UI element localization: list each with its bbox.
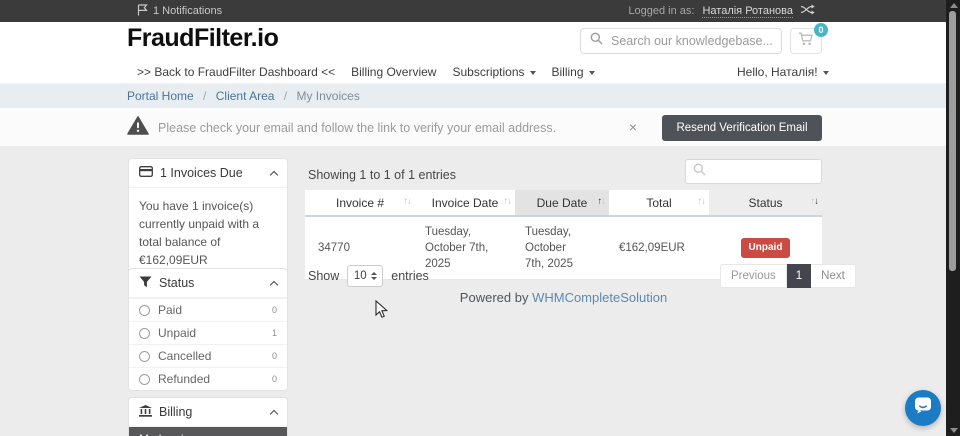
logged-in-user-link[interactable]: Наталія Ротанова [702, 5, 793, 18]
nav-billing-overview[interactable]: Billing Overview [351, 65, 436, 79]
filter-count: 1 [272, 328, 277, 338]
pagination-next-button[interactable]: Next [811, 264, 856, 288]
status-badge: Unpaid [741, 238, 791, 258]
sort-icon: ↑↓ [404, 196, 412, 207]
cart-count-badge: 0 [814, 23, 828, 37]
entries-label: entries [391, 269, 429, 283]
chevron-down-icon [530, 71, 536, 75]
column-header-due-date[interactable]: Due Date ↑↓ [515, 190, 609, 216]
select-arrows-icon [371, 272, 377, 280]
filter-item-refunded[interactable]: Refunded 0 [129, 367, 287, 390]
email-verification-alert: Please check your email and follow the l… [0, 108, 946, 147]
search-icon [693, 163, 706, 181]
billing-panel: Billing My Invoices [128, 397, 288, 436]
scroll-down-arrow[interactable] [950, 428, 958, 433]
close-icon[interactable]: × [629, 108, 637, 147]
invoices-due-panel: 1 Invoices Due You have 1 invoice(s) cur… [128, 158, 288, 282]
radio-icon[interactable] [139, 328, 150, 339]
column-header-status[interactable]: Status ↑↓ [709, 190, 822, 216]
filter-item-cancelled[interactable]: Cancelled 0 [129, 344, 287, 367]
cart-icon [798, 32, 814, 51]
breadcrumb-separator: / [203, 89, 206, 103]
sort-icon: ↑↓ [698, 196, 706, 207]
filter-count: 0 [272, 305, 277, 315]
alert-message: Please check your email and follow the l… [158, 121, 556, 135]
show-label: Show [308, 269, 339, 283]
page-size-select[interactable]: 10 [347, 265, 383, 287]
breadcrumb-portal-home[interactable]: Portal Home [127, 89, 194, 103]
chat-bubble-icon [913, 396, 933, 420]
breadcrumb: Portal Home / Client Area / My Invoices [127, 84, 360, 108]
scroll-up-arrow[interactable] [950, 3, 958, 8]
cell-total: €162,09EUR [609, 216, 709, 280]
breadcrumb-bar: Portal Home / Client Area / My Invoices [0, 84, 946, 108]
switch-user-icon[interactable] [801, 4, 815, 18]
chevron-up-icon [270, 409, 278, 417]
radio-icon[interactable] [139, 351, 150, 362]
chevron-up-icon [270, 280, 278, 288]
breadcrumb-client-area[interactable]: Client Area [216, 89, 275, 103]
window-edge [946, 0, 960, 436]
user-greeting-menu[interactable]: Hello, Наталія! [737, 60, 829, 84]
radio-icon[interactable] [139, 374, 150, 385]
filter-funnel-icon [139, 276, 152, 291]
showing-entries-text: Showing 1 to 1 of 1 entries [308, 168, 456, 182]
table-search-input[interactable] [712, 165, 814, 179]
breadcrumb-separator: / [284, 89, 287, 103]
topbar: 1 Notifications Logged in as: Наталія Ро… [0, 0, 946, 22]
pagination-current-page[interactable]: 1 [787, 264, 811, 288]
search-icon [590, 32, 603, 50]
powered-by-footer: Powered by WHMCompleteSolution [305, 290, 822, 305]
notifications-label: 1 Notifications [153, 5, 222, 17]
status-panel-title: Status [159, 276, 194, 290]
filter-count: 0 [272, 351, 277, 361]
billing-panel-title: Billing [159, 405, 192, 419]
radio-icon[interactable] [139, 305, 150, 316]
status-panel-header[interactable]: Status [129, 269, 287, 298]
whmcompletesolution-link[interactable]: WHMCompleteSolution [532, 290, 667, 305]
column-header-invoice-date[interactable]: Invoice Date ↑↓ [415, 190, 515, 216]
knowledgebase-search[interactable] [580, 28, 782, 54]
chevron-up-icon [270, 170, 278, 178]
invoices-due-panel-header[interactable]: 1 Invoices Due [129, 159, 287, 188]
pagination-previous-button[interactable]: Previous [720, 264, 787, 288]
live-chat-button[interactable] [905, 390, 941, 426]
invoices-due-title: 1 Invoices Due [160, 166, 243, 180]
chevron-down-icon [823, 71, 829, 75]
chevron-down-icon [589, 71, 595, 75]
cart-button[interactable]: 0 [790, 28, 822, 54]
knowledgebase-search-input[interactable] [611, 34, 772, 48]
table-search[interactable] [685, 159, 822, 184]
bank-icon [139, 405, 152, 420]
filter-count: 0 [272, 374, 277, 384]
flag-icon [137, 4, 148, 19]
notifications-menu[interactable]: 1 Notifications [137, 4, 222, 19]
column-header-total[interactable]: Total ↑↓ [609, 190, 709, 216]
nav-back-to-dashboard[interactable]: >> Back to FraudFilter Dashboard << [137, 65, 335, 79]
sidebar-item-my-invoices[interactable]: My Invoices [129, 427, 287, 436]
show-entries-control: Show 10 entries [308, 265, 429, 287]
nav-billing[interactable]: Billing [552, 65, 595, 79]
billing-panel-header[interactable]: Billing [129, 398, 287, 427]
sort-icon: ↑↓ [598, 196, 606, 207]
filter-item-unpaid[interactable]: Unpaid 1 [129, 321, 287, 344]
cell-due-date: Tuesday, October 7th, 2025 [515, 216, 609, 280]
sort-icon: ↑↓ [811, 196, 819, 207]
credit-card-icon [139, 166, 153, 180]
status-filter-panel: Status Paid 0 Unpaid 1 Cancelled 0 Refun… [128, 268, 288, 391]
cell-invoice-date: Tuesday, October 7th, 2025 [415, 216, 515, 280]
warning-triangle-icon [127, 116, 149, 140]
nav-subscriptions[interactable]: Subscriptions [452, 65, 535, 79]
sort-icon: ↑↓ [504, 196, 512, 207]
column-header-invoice-number[interactable]: Invoice # ↑↓ [305, 190, 415, 216]
filter-item-paid[interactable]: Paid 0 [129, 298, 287, 321]
main-nav: >> Back to FraudFilter Dashboard << Bill… [0, 60, 946, 84]
resend-verification-button[interactable]: Resend Verification Email [662, 115, 822, 141]
site-logo[interactable]: FraudFilter.io [127, 24, 278, 53]
breadcrumb-current: My Invoices [296, 89, 359, 103]
site-header: FraudFilter.io 0 [0, 22, 946, 60]
logged-in-as-label: Logged in as: [628, 5, 694, 17]
scrollbar-thumb[interactable] [949, 11, 956, 271]
pagination: Previous 1 Next [720, 264, 856, 288]
